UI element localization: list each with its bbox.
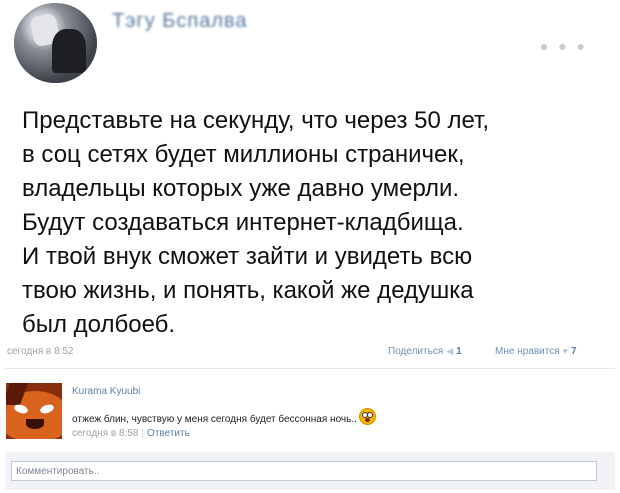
- like-label: Мне нравится: [495, 346, 560, 357]
- post-text-line: И твой внук сможет зайти и увидеть всю: [22, 243, 473, 270]
- comment-meta: сегодня в 8:58 | Ответить: [72, 428, 190, 439]
- like-button[interactable]: Мне нравится ♥ 7: [495, 346, 577, 357]
- comment-input[interactable]: [11, 461, 597, 481]
- comment-avatar[interactable]: [6, 383, 62, 439]
- divider: [5, 368, 615, 369]
- heart-icon: ♥: [562, 346, 568, 356]
- scared-face-emoji-icon: [358, 408, 376, 425]
- post-timestamp[interactable]: сегодня в 8:52: [7, 346, 73, 357]
- post-text-line: в соц сетях будет миллионы страничек,: [22, 141, 465, 168]
- post-text-line: Представьте на секунду, что через 50 лет…: [22, 107, 490, 134]
- post-avatar[interactable]: [14, 3, 97, 83]
- comment-timestamp[interactable]: сегодня в 8:58: [72, 428, 138, 439]
- post-text-line: Будут создаваться интернет-кладбища.: [22, 209, 464, 236]
- post-text-line: твою жизнь, и понять, какой же дедушка: [22, 277, 474, 304]
- more-options-icon[interactable]: ● ● ●: [540, 38, 588, 54]
- megaphone-icon: ◀: [446, 346, 454, 356]
- reply-button[interactable]: Ответить: [147, 428, 190, 439]
- comment-body: отжеж блин, чувствую у меня сегодня буде…: [72, 414, 357, 425]
- comment-author-name[interactable]: Kurama Kyuubi: [72, 386, 140, 397]
- share-count: 1: [456, 346, 462, 357]
- share-button[interactable]: Поделиться ◀ 1: [388, 346, 462, 357]
- post-text-line: владельцы которых уже давно умерли.: [22, 175, 460, 202]
- post-text-line: был долбоеб.: [22, 311, 176, 338]
- post-text: Представьте на секунду, что через 50 лет…: [22, 104, 607, 342]
- share-label: Поделиться: [388, 346, 444, 357]
- like-count: 7: [570, 346, 577, 357]
- meta-separator: |: [141, 428, 145, 439]
- comment-text: отжеж блин, чувствую у меня сегодня буде…: [72, 405, 376, 425]
- post-author-name[interactable]: Тэгу Бспалва: [112, 10, 248, 33]
